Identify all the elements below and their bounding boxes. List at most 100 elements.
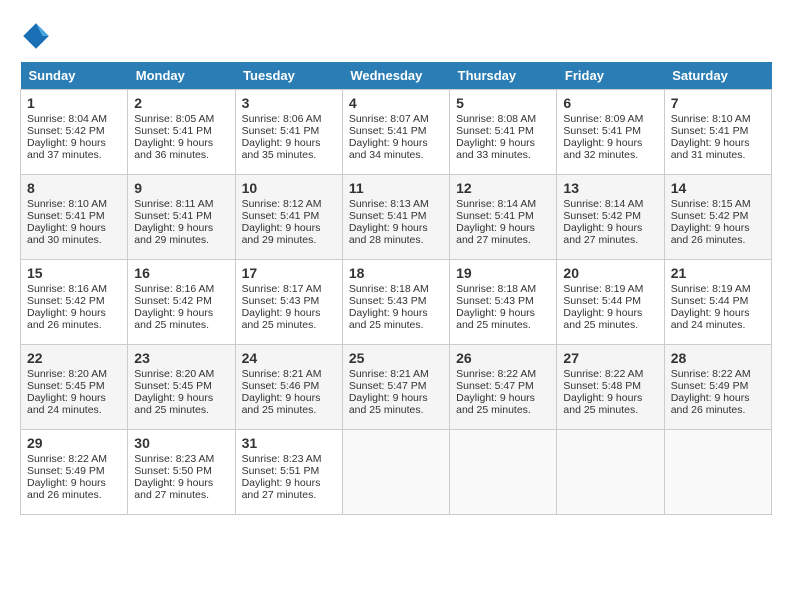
day-info: Sunrise: 8:22 AMSunset: 5:47 PMDaylight:… xyxy=(456,368,550,416)
calendar-cell: 4 Sunrise: 8:07 AMSunset: 5:41 PMDaylight… xyxy=(342,90,449,175)
calendar-cell: 24 Sunrise: 8:21 AMSunset: 5:46 PMDayligh… xyxy=(235,345,342,430)
day-info: Sunrise: 8:22 AMSunset: 5:49 PMDaylight:… xyxy=(671,368,765,416)
calendar-cell: 14 Sunrise: 8:15 AMSunset: 5:42 PMDayligh… xyxy=(664,175,771,260)
week-row-1: 1 Sunrise: 8:04 AMSunset: 5:42 PMDaylight… xyxy=(21,90,772,175)
day-info: Sunrise: 8:21 AMSunset: 5:47 PMDaylight:… xyxy=(349,368,443,416)
day-number: 29 xyxy=(27,435,121,451)
calendar-cell xyxy=(450,430,557,515)
day-info: Sunrise: 8:16 AMSunset: 5:42 PMDaylight:… xyxy=(27,283,121,331)
day-info: Sunrise: 8:07 AMSunset: 5:41 PMDaylight:… xyxy=(349,113,443,161)
day-info: Sunrise: 8:14 AMSunset: 5:42 PMDaylight:… xyxy=(563,198,657,246)
day-number: 3 xyxy=(242,95,336,111)
day-info: Sunrise: 8:10 AMSunset: 5:41 PMDaylight:… xyxy=(27,198,121,246)
day-number: 30 xyxy=(134,435,228,451)
week-row-3: 15 Sunrise: 8:16 AMSunset: 5:42 PMDayligh… xyxy=(21,260,772,345)
day-info: Sunrise: 8:08 AMSunset: 5:41 PMDaylight:… xyxy=(456,113,550,161)
calendar-cell: 8 Sunrise: 8:10 AMSunset: 5:41 PMDaylight… xyxy=(21,175,128,260)
day-number: 21 xyxy=(671,265,765,281)
day-info: Sunrise: 8:22 AMSunset: 5:49 PMDaylight:… xyxy=(27,453,121,501)
calendar-cell: 30 Sunrise: 8:23 AMSunset: 5:50 PMDayligh… xyxy=(128,430,235,515)
day-number: 6 xyxy=(563,95,657,111)
calendar-cell: 22 Sunrise: 8:20 AMSunset: 5:45 PMDayligh… xyxy=(21,345,128,430)
day-info: Sunrise: 8:11 AMSunset: 5:41 PMDaylight:… xyxy=(134,198,228,246)
header-thursday: Thursday xyxy=(450,62,557,90)
day-number: 28 xyxy=(671,350,765,366)
calendar-cell: 23 Sunrise: 8:20 AMSunset: 5:45 PMDayligh… xyxy=(128,345,235,430)
day-info: Sunrise: 8:04 AMSunset: 5:42 PMDaylight:… xyxy=(27,113,121,161)
day-info: Sunrise: 8:17 AMSunset: 5:43 PMDaylight:… xyxy=(242,283,336,331)
day-info: Sunrise: 8:06 AMSunset: 5:41 PMDaylight:… xyxy=(242,113,336,161)
day-number: 11 xyxy=(349,180,443,196)
day-number: 15 xyxy=(27,265,121,281)
calendar-cell: 3 Sunrise: 8:06 AMSunset: 5:41 PMDaylight… xyxy=(235,90,342,175)
day-number: 14 xyxy=(671,180,765,196)
day-info: Sunrise: 8:21 AMSunset: 5:46 PMDaylight:… xyxy=(242,368,336,416)
header-wednesday: Wednesday xyxy=(342,62,449,90)
header-tuesday: Tuesday xyxy=(235,62,342,90)
day-info: Sunrise: 8:20 AMSunset: 5:45 PMDaylight:… xyxy=(134,368,228,416)
day-info: Sunrise: 8:23 AMSunset: 5:50 PMDaylight:… xyxy=(134,453,228,501)
calendar-cell: 11 Sunrise: 8:13 AMSunset: 5:41 PMDayligh… xyxy=(342,175,449,260)
calendar-cell: 27 Sunrise: 8:22 AMSunset: 5:48 PMDayligh… xyxy=(557,345,664,430)
calendar-cell: 31Sunrise: 8:23 AMSunset: 5:51 PMDayligh… xyxy=(235,430,342,515)
day-number: 24 xyxy=(242,350,336,366)
calendar-cell xyxy=(557,430,664,515)
day-info: Sunrise: 8:12 AMSunset: 5:41 PMDaylight:… xyxy=(242,198,336,246)
day-number: 26 xyxy=(456,350,550,366)
header-monday: Monday xyxy=(128,62,235,90)
day-number: 27 xyxy=(563,350,657,366)
calendar-cell: 19 Sunrise: 8:18 AMSunset: 5:43 PMDayligh… xyxy=(450,260,557,345)
logo-icon xyxy=(20,20,52,52)
day-info: Sunrise: 8:15 AMSunset: 5:42 PMDaylight:… xyxy=(671,198,765,246)
day-number: 19 xyxy=(456,265,550,281)
day-number: 1 xyxy=(27,95,121,111)
day-number: 10 xyxy=(242,180,336,196)
header-sunday: Sunday xyxy=(21,62,128,90)
calendar-cell: 6Sunrise: 8:09 AMSunset: 5:41 PMDaylight… xyxy=(557,90,664,175)
day-info: Sunrise: 8:13 AMSunset: 5:41 PMDaylight:… xyxy=(349,198,443,246)
calendar-cell: 10 Sunrise: 8:12 AMSunset: 5:41 PMDayligh… xyxy=(235,175,342,260)
day-info: Sunrise: 8:14 AMSunset: 5:41 PMDaylight:… xyxy=(456,198,550,246)
week-row-5: 29 Sunrise: 8:22 AMSunset: 5:49 PMDayligh… xyxy=(21,430,772,515)
header-friday: Friday xyxy=(557,62,664,90)
day-number: 13 xyxy=(563,180,657,196)
day-number: 4 xyxy=(349,95,443,111)
day-info: Sunrise: 8:16 AMSunset: 5:42 PMDaylight:… xyxy=(134,283,228,331)
day-info: Sunrise: 8:05 AMSunset: 5:41 PMDaylight:… xyxy=(134,113,228,161)
day-number: 8 xyxy=(27,180,121,196)
day-info: Sunrise: 8:18 AMSunset: 5:43 PMDaylight:… xyxy=(349,283,443,331)
calendar-cell: 1 Sunrise: 8:04 AMSunset: 5:42 PMDaylight… xyxy=(21,90,128,175)
day-number: 16 xyxy=(134,265,228,281)
calendar-cell: 17Sunrise: 8:17 AMSunset: 5:43 PMDayligh… xyxy=(235,260,342,345)
day-number: 12 xyxy=(456,180,550,196)
day-number: 9 xyxy=(134,180,228,196)
calendar-cell: 2Sunrise: 8:05 AMSunset: 5:41 PMDaylight… xyxy=(128,90,235,175)
calendar-cell: 5 Sunrise: 8:08 AMSunset: 5:41 PMDaylight… xyxy=(450,90,557,175)
calendar-cell: 9 Sunrise: 8:11 AMSunset: 5:41 PMDaylight… xyxy=(128,175,235,260)
calendar-header-row: SundayMondayTuesdayWednesdayThursdayFrid… xyxy=(21,62,772,90)
day-info: Sunrise: 8:19 AMSunset: 5:44 PMDaylight:… xyxy=(563,283,657,331)
day-info: Sunrise: 8:22 AMSunset: 5:48 PMDaylight:… xyxy=(563,368,657,416)
calendar-cell: 20 Sunrise: 8:19 AMSunset: 5:44 PMDayligh… xyxy=(557,260,664,345)
calendar-cell: 25Sunrise: 8:21 AMSunset: 5:47 PMDayligh… xyxy=(342,345,449,430)
day-number: 7 xyxy=(671,95,765,111)
header-saturday: Saturday xyxy=(664,62,771,90)
calendar-cell: 7 Sunrise: 8:10 AMSunset: 5:41 PMDaylight… xyxy=(664,90,771,175)
week-row-2: 8 Sunrise: 8:10 AMSunset: 5:41 PMDaylight… xyxy=(21,175,772,260)
calendar-cell: 16 Sunrise: 8:16 AMSunset: 5:42 PMDayligh… xyxy=(128,260,235,345)
day-number: 5 xyxy=(456,95,550,111)
calendar-cell: 15 Sunrise: 8:16 AMSunset: 5:42 PMDayligh… xyxy=(21,260,128,345)
calendar-cell: 12 Sunrise: 8:14 AMSunset: 5:41 PMDayligh… xyxy=(450,175,557,260)
calendar-cell: 18Sunrise: 8:18 AMSunset: 5:43 PMDayligh… xyxy=(342,260,449,345)
day-info: Sunrise: 8:23 AMSunset: 5:51 PMDaylight:… xyxy=(242,453,336,501)
day-info: Sunrise: 8:20 AMSunset: 5:45 PMDaylight:… xyxy=(27,368,121,416)
day-number: 20 xyxy=(563,265,657,281)
calendar-table: SundayMondayTuesdayWednesdayThursdayFrid… xyxy=(20,62,772,515)
day-info: Sunrise: 8:10 AMSunset: 5:41 PMDaylight:… xyxy=(671,113,765,161)
day-info: Sunrise: 8:18 AMSunset: 5:43 PMDaylight:… xyxy=(456,283,550,331)
day-number: 23 xyxy=(134,350,228,366)
week-row-4: 22 Sunrise: 8:20 AMSunset: 5:45 PMDayligh… xyxy=(21,345,772,430)
calendar-cell: 28 Sunrise: 8:22 AMSunset: 5:49 PMDayligh… xyxy=(664,345,771,430)
calendar-cell xyxy=(664,430,771,515)
day-number: 22 xyxy=(27,350,121,366)
